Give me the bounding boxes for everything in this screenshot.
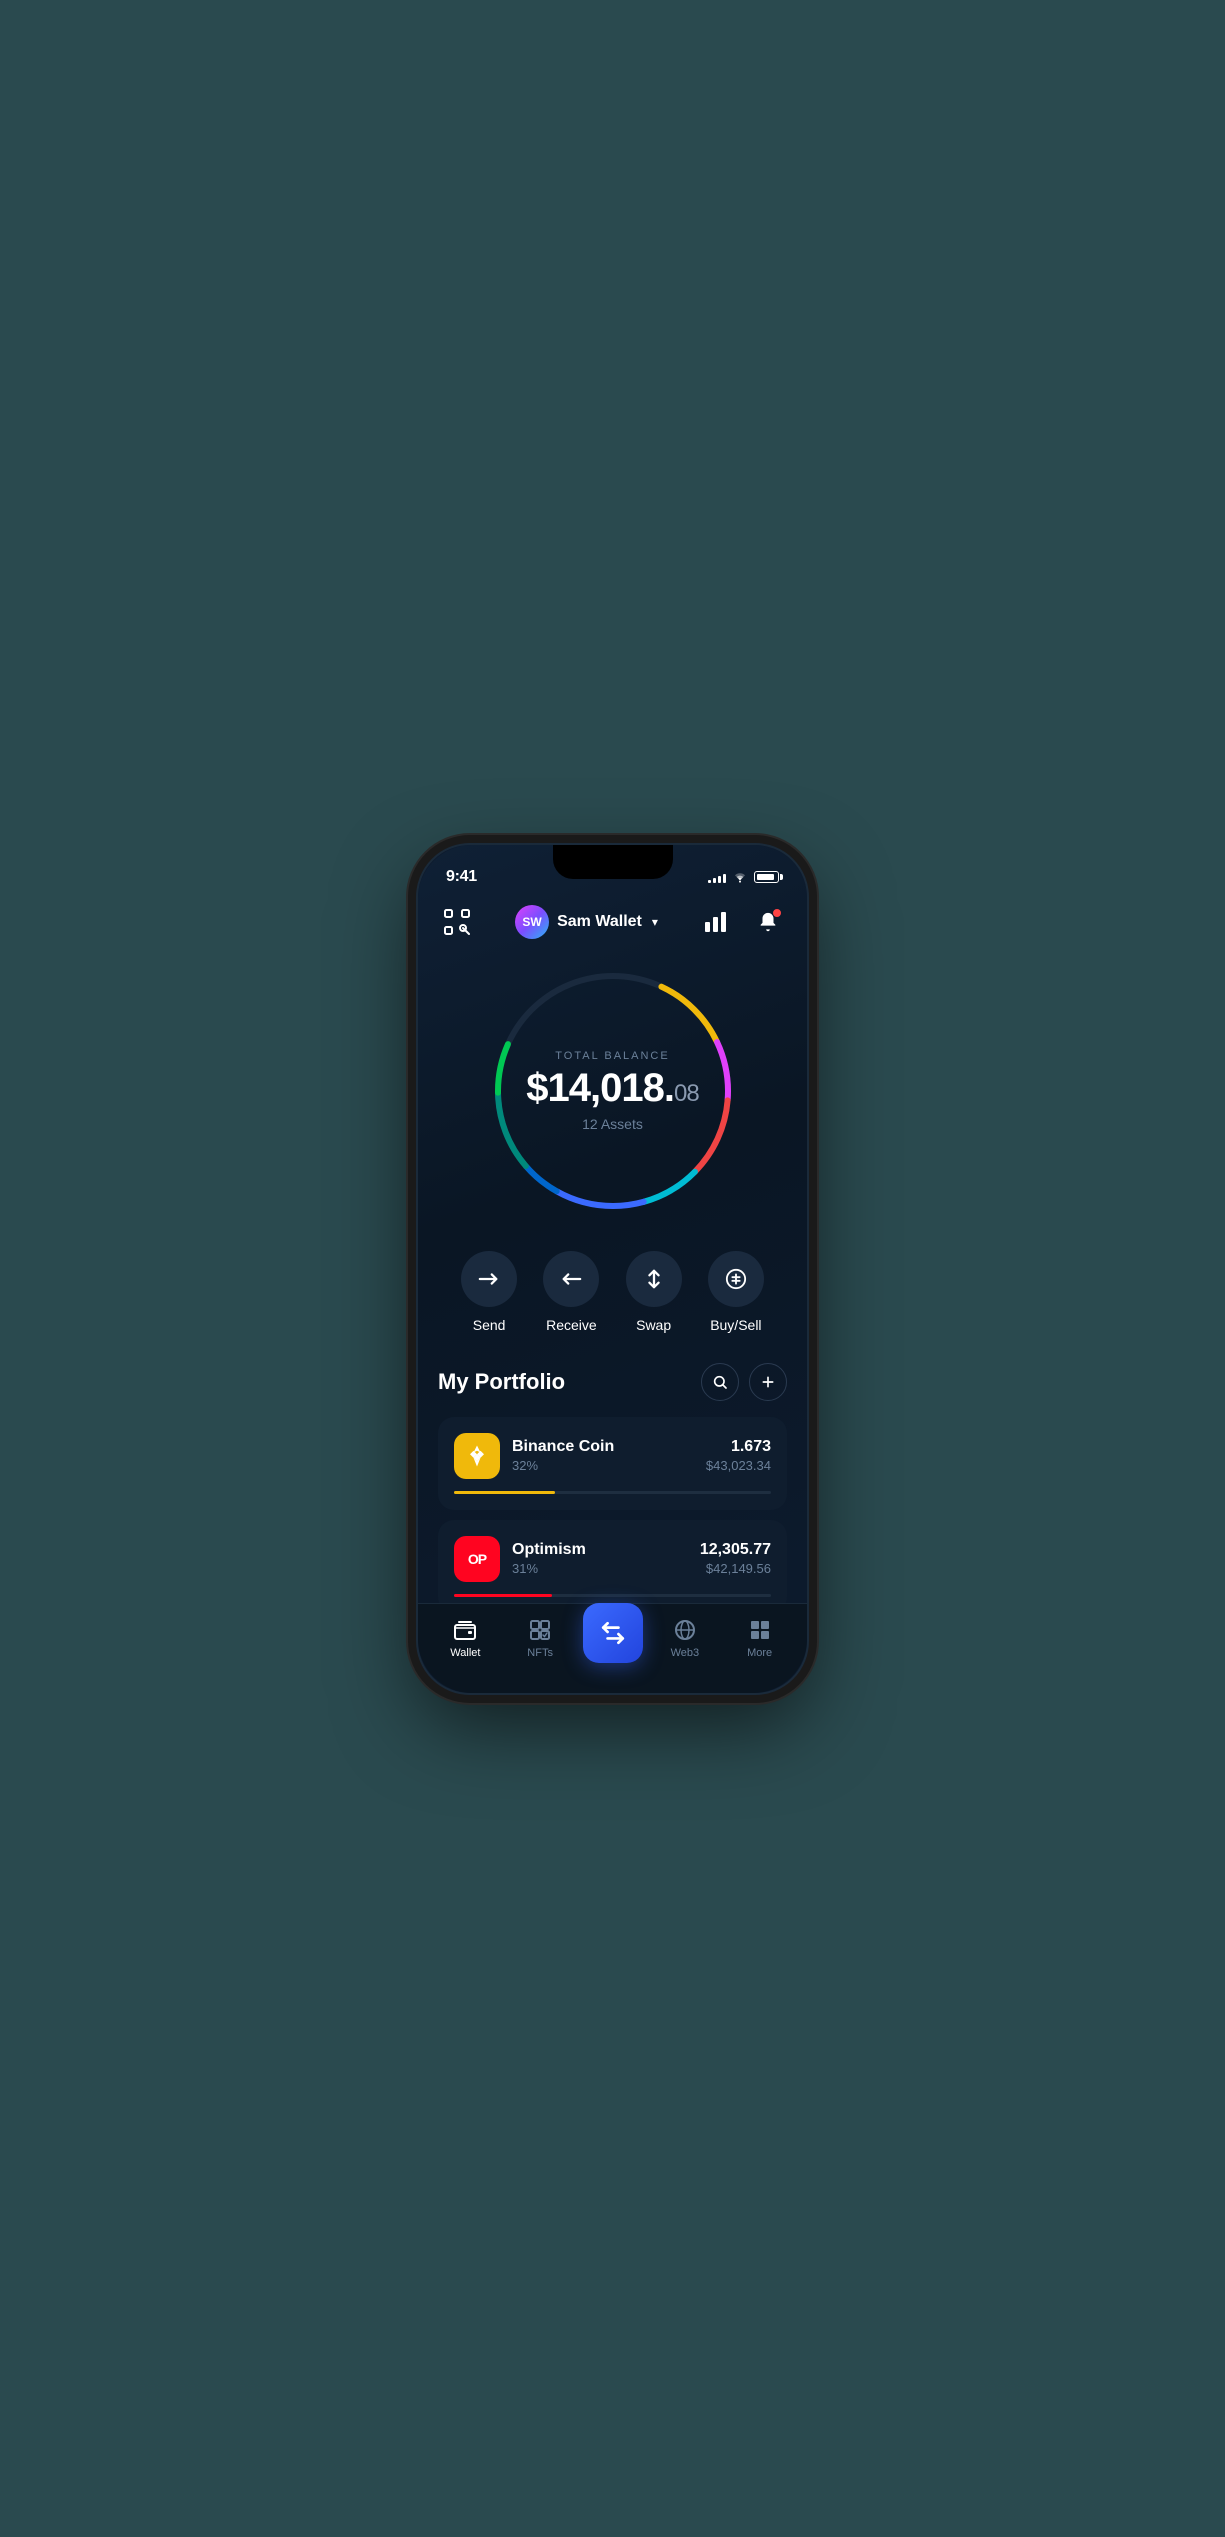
signal-bars-icon bbox=[708, 871, 726, 883]
bnb-amount: 1.673 bbox=[706, 1438, 771, 1456]
nav-item-center[interactable] bbox=[578, 1603, 648, 1673]
chart-button[interactable] bbox=[697, 903, 735, 941]
balance-section: TOTAL BALANCE $14,018.08 12 Assets bbox=[418, 951, 807, 1241]
op-info: Optimism 31% bbox=[512, 1541, 688, 1576]
bnb-bar-fill bbox=[454, 1491, 555, 1494]
bnb-pct: 32% bbox=[512, 1458, 694, 1473]
bnb-values: 1.673 $43,023.34 bbox=[706, 1438, 771, 1473]
portfolio-header: My Portfolio bbox=[438, 1363, 787, 1401]
chevron-down-icon: ▾ bbox=[652, 915, 658, 929]
battery-icon bbox=[754, 871, 779, 883]
bnb-usd: $43,023.34 bbox=[706, 1458, 771, 1473]
portfolio-actions bbox=[701, 1363, 787, 1401]
bnb-info: Binance Coin 32% bbox=[512, 1438, 694, 1473]
more-nav-label: More bbox=[747, 1647, 772, 1659]
bnb-bar-container bbox=[454, 1491, 771, 1494]
swap-button[interactable]: Swap bbox=[626, 1251, 682, 1333]
portfolio-add-button[interactable] bbox=[749, 1363, 787, 1401]
balance-circle: TOTAL BALANCE $14,018.08 12 Assets bbox=[483, 961, 743, 1221]
op-values: 12,305.77 $42,149.56 bbox=[700, 1541, 771, 1576]
nav-item-web3[interactable]: Web3 bbox=[648, 1617, 723, 1659]
portfolio-search-button[interactable] bbox=[701, 1363, 739, 1401]
buysell-button[interactable]: Buy/Sell bbox=[708, 1251, 764, 1333]
app-header: SW Sam Wallet ▾ bbox=[418, 895, 807, 951]
wifi-icon bbox=[732, 871, 748, 883]
balance-amount: $14,018.08 bbox=[526, 1068, 698, 1108]
bnb-icon bbox=[454, 1433, 500, 1479]
portfolio-section: My Portfolio bbox=[418, 1353, 807, 1613]
status-time: 9:41 bbox=[446, 868, 477, 886]
scan-button[interactable] bbox=[438, 903, 476, 941]
bottom-navigation: Wallet NFTs bbox=[418, 1603, 807, 1693]
op-amount: 12,305.77 bbox=[700, 1541, 771, 1559]
profile-selector[interactable]: SW Sam Wallet ▾ bbox=[515, 905, 658, 939]
wallet-nav-label: Wallet bbox=[450, 1647, 480, 1659]
op-name: Optimism bbox=[512, 1541, 688, 1559]
op-bar-fill bbox=[454, 1594, 552, 1597]
send-button[interactable]: Send bbox=[461, 1251, 517, 1333]
notification-badge bbox=[772, 908, 782, 918]
more-nav-icon bbox=[747, 1617, 773, 1643]
action-buttons: Send Receive Swap bbox=[418, 1241, 807, 1353]
nav-item-wallet[interactable]: Wallet bbox=[428, 1617, 503, 1659]
nfts-nav-icon bbox=[527, 1617, 553, 1643]
avatar: SW bbox=[515, 905, 549, 939]
header-right-actions bbox=[697, 903, 787, 941]
op-usd: $42,149.56 bbox=[700, 1561, 771, 1576]
nav-item-nfts[interactable]: NFTs bbox=[503, 1617, 578, 1659]
web3-nav-label: Web3 bbox=[671, 1647, 700, 1659]
op-bar-container bbox=[454, 1594, 771, 1597]
wallet-nav-icon bbox=[452, 1617, 478, 1643]
notifications-button[interactable] bbox=[749, 903, 787, 941]
web3-nav-icon bbox=[672, 1617, 698, 1643]
op-pct: 31% bbox=[512, 1561, 688, 1576]
asset-card-op[interactable]: OP Optimism 31% 12,305.77 $42,149.56 bbox=[438, 1520, 787, 1613]
profile-name: Sam Wallet bbox=[557, 913, 642, 931]
status-icons bbox=[708, 871, 779, 883]
center-swap-button[interactable] bbox=[583, 1603, 643, 1663]
assets-count: 12 Assets bbox=[526, 1116, 698, 1132]
bnb-name: Binance Coin bbox=[512, 1438, 694, 1456]
nfts-nav-label: NFTs bbox=[527, 1647, 553, 1659]
portfolio-title: My Portfolio bbox=[438, 1369, 565, 1395]
op-icon: OP bbox=[454, 1536, 500, 1582]
balance-info: TOTAL BALANCE $14,018.08 12 Assets bbox=[526, 1050, 698, 1132]
asset-card-bnb[interactable]: Binance Coin 32% 1.673 $43,023.34 bbox=[438, 1417, 787, 1510]
receive-button[interactable]: Receive bbox=[543, 1251, 599, 1333]
balance-label: TOTAL BALANCE bbox=[526, 1050, 698, 1062]
nav-item-more[interactable]: More bbox=[722, 1617, 797, 1659]
